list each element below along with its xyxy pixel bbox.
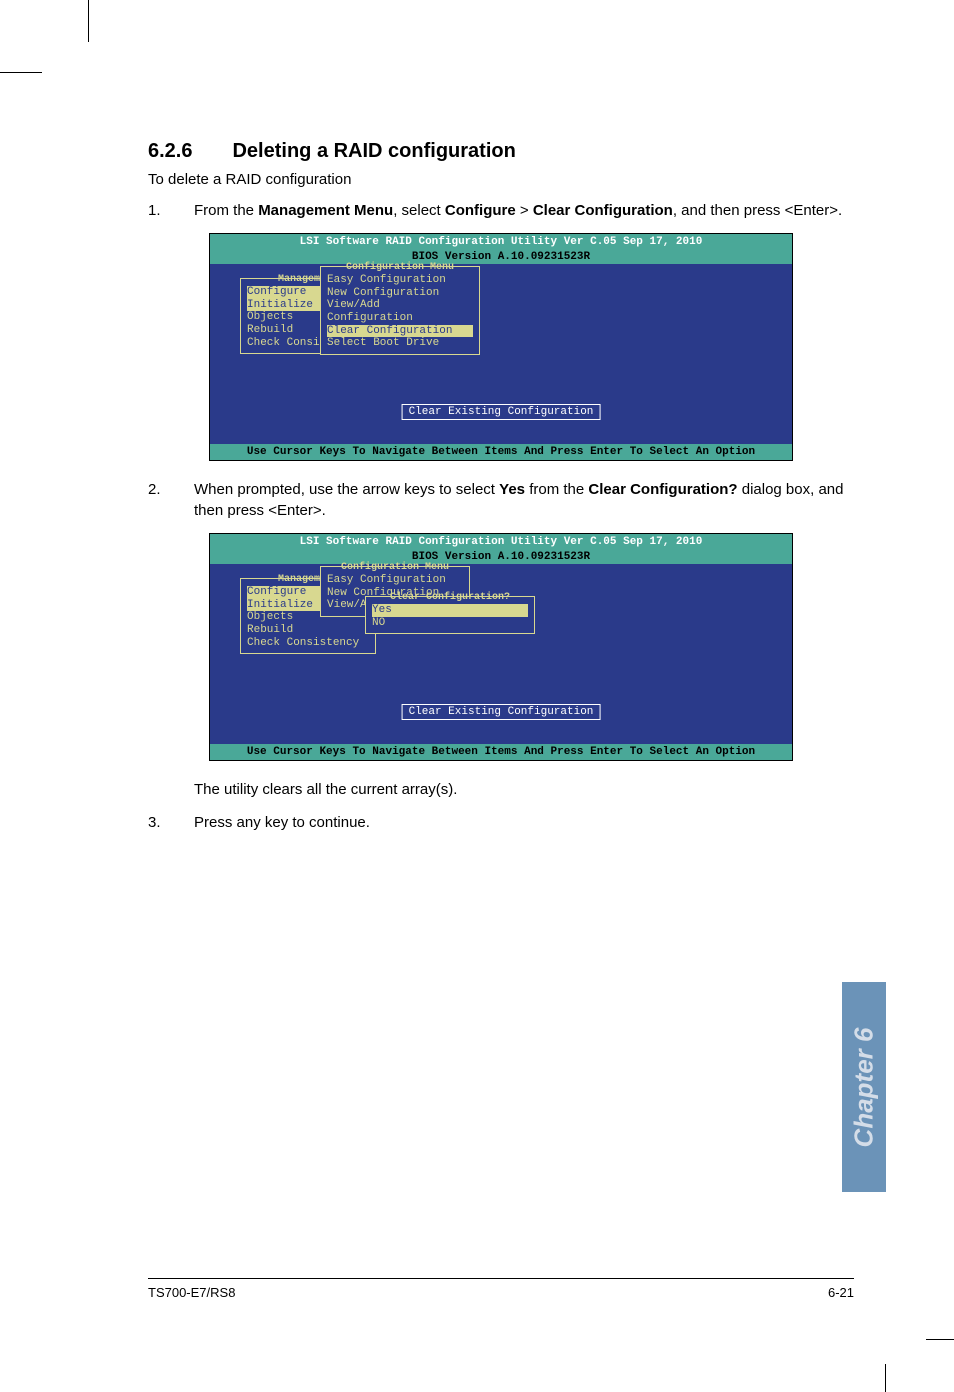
bios-status: Clear Existing Configuration xyxy=(402,704,601,720)
step-number: 1. xyxy=(148,200,194,221)
bios-header: LSI Software RAID Configuration Utility … xyxy=(210,534,792,550)
step-body: When prompted, use the arrow keys to sel… xyxy=(194,479,854,521)
cfg-boot: Select Boot Drive xyxy=(327,337,473,350)
menu-title: Configuration Menu xyxy=(327,562,463,573)
chapter-tab: Chapter 6 xyxy=(842,982,886,1192)
bios-status: Clear Existing Configuration xyxy=(402,404,601,420)
section-title: Deleting a RAID configuration xyxy=(232,140,515,162)
step-number: 2. xyxy=(148,479,194,521)
bios-screenshot-1: LSI Software RAID Configuration Utility … xyxy=(209,233,793,461)
cfg-easy: Easy Configuration xyxy=(327,574,463,587)
dialog-title: Clear Configuration? xyxy=(372,592,528,603)
bios-body: Management Configure Initialize Objects … xyxy=(210,564,792,744)
section-number: 6.2.6 xyxy=(148,140,192,162)
cfg-viewadd: View/Add xyxy=(327,299,473,312)
bios-header: LSI Software RAID Configuration Utility … xyxy=(210,234,792,250)
cfg-easy: Easy Configuration xyxy=(327,274,473,287)
step-2-result: The utility clears all the current array… xyxy=(148,779,854,800)
step-2: 2. When prompted, use the arrow keys to … xyxy=(148,479,854,521)
step-3: 3. Press any key to continue. xyxy=(148,812,854,833)
bios-screenshot-2: LSI Software RAID Configuration Utility … xyxy=(209,533,793,761)
step-body: Press any key to continue. xyxy=(194,812,854,833)
menu-title: Configuration Menu xyxy=(327,262,473,273)
footer-model: TS700-E7/RS8 xyxy=(148,1285,235,1300)
bios-footer: Use Cursor Keys To Navigate Between Item… xyxy=(210,444,792,460)
intro-text: To delete a RAID configuration xyxy=(148,171,854,188)
clear-config-dialog: Clear Configuration? Yes NO xyxy=(365,596,535,634)
cfg-clear: Clear Configuration xyxy=(327,325,473,338)
bios-body: Management Configure Initialize Objects … xyxy=(210,264,792,444)
chapter-tab-label: Chapter 6 xyxy=(849,1027,880,1147)
bios-version: BIOS Version A.10.09231523R xyxy=(210,250,792,264)
bios-version: BIOS Version A.10.09231523R xyxy=(210,550,792,564)
dialog-yes: Yes xyxy=(372,604,528,617)
menu-item-rebuild: Rebuild xyxy=(247,624,369,637)
menu-item-check: Check Consistency xyxy=(247,637,369,650)
step-body: From the Management Menu, select Configu… xyxy=(194,200,854,221)
cfg-new: New Configuration xyxy=(327,287,473,300)
step-1: 1. From the Management Menu, select Conf… xyxy=(148,200,854,221)
dialog-no: NO xyxy=(372,617,528,630)
configuration-menu: Configuration Menu Easy Configuration Ne… xyxy=(320,266,480,355)
cfg-configuration: Configuration xyxy=(327,312,473,325)
step-number: 3. xyxy=(148,812,194,833)
footer-page-number: 6-21 xyxy=(828,1285,854,1300)
page-footer: TS700-E7/RS8 6-21 xyxy=(148,1278,854,1300)
section-heading: 6.2.6 Deleting a RAID configuration xyxy=(148,140,854,163)
step-body: The utility clears all the current array… xyxy=(194,779,854,800)
bios-footer: Use Cursor Keys To Navigate Between Item… xyxy=(210,744,792,760)
